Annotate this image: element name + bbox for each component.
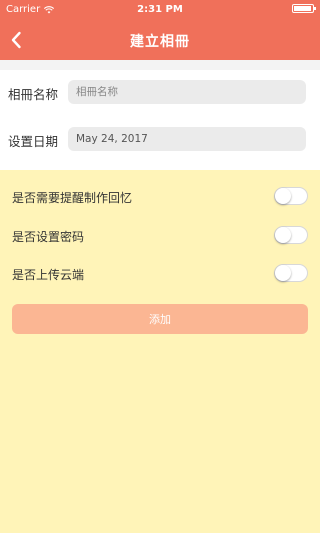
- status-bar: Carrier 2:31 PM: [0, 0, 320, 20]
- screen: Carrier 2:31 PM 建立相冊 相冊名称 相冊名称 设置日期 May …: [0, 0, 320, 533]
- toggle-knob: [275, 227, 291, 243]
- option-password-label: 是否设置密码: [12, 230, 85, 244]
- reminder-toggle[interactable]: [274, 187, 308, 205]
- nav-bar: 建立相冊: [0, 20, 320, 60]
- toggle-knob: [275, 265, 291, 281]
- add-button[interactable]: 添加: [12, 304, 308, 334]
- option-cloud-row: 是否上传云端: [0, 261, 320, 287]
- battery-icon: [292, 4, 316, 13]
- option-password-row: 是否设置密码: [0, 223, 320, 249]
- album-name-row: 相冊名称: [0, 77, 320, 107]
- page-title: 建立相冊: [130, 34, 190, 50]
- password-toggle[interactable]: [274, 226, 308, 244]
- album-name-input[interactable]: [68, 80, 306, 104]
- toggle-knob: [275, 188, 291, 204]
- option-reminder-row: 是否需要提醒制作回忆: [0, 184, 320, 210]
- options-panel: 是否需要提醒制作回忆 是否设置密码 是否上传云端 添加: [0, 170, 320, 533]
- form-card: 相冊名称 设置日期: [0, 70, 320, 170]
- date-input[interactable]: [68, 127, 306, 151]
- date-row: 设置日期: [0, 124, 320, 154]
- album-name-label: 相冊名称: [8, 87, 59, 102]
- cloud-upload-toggle[interactable]: [274, 264, 308, 282]
- status-right: [292, 4, 316, 13]
- status-time: 2:31 PM: [137, 4, 183, 15]
- option-reminder-label: 是否需要提醒制作回忆: [12, 191, 133, 205]
- option-cloud-label: 是否上传云端: [12, 268, 85, 282]
- date-label: 设置日期: [8, 134, 59, 149]
